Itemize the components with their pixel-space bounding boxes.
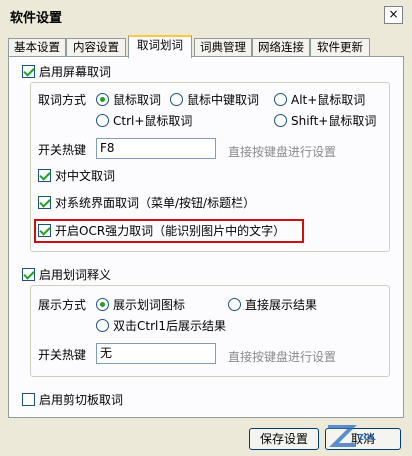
save-button[interactable]: 保存设置 [249,428,319,450]
capture-hotkey-label: 开关热键 [38,143,87,157]
tab-dictionary[interactable]: 词典管理 [194,38,252,57]
radio-dot [228,298,241,311]
system-ui-capture-label: 对系统界面取词（菜单/按钮/标题栏） [55,196,256,210]
close-button[interactable]: × [384,6,403,24]
checkbox-box [22,268,35,281]
watermark-text: ZOL [358,433,376,442]
mode-label: Shift+鼠标取词 [291,114,377,128]
radio-dot [274,114,287,127]
highlight-box [34,219,304,243]
tab-update[interactable]: 软件更新 [310,38,370,57]
system-ui-capture-checkbox[interactable]: 对系统界面取词（菜单/按钮/标题栏） [38,196,255,210]
display-radio-direct[interactable]: 直接展示结果 [228,298,317,312]
zol-logo-icon [328,425,357,447]
chinese-capture-checkbox[interactable]: 对中文取词 [38,169,115,183]
mode-radio-alt-mouse[interactable]: Alt+鼠标取词 [274,93,365,107]
display-radio-double-ctrl[interactable]: 双击Ctrl1后展示结果 [96,319,226,333]
capture-hotkey-hint: 直接按键盘进行设置 [228,145,337,159]
display-mode-option: 直接展示结果 [245,298,318,312]
capture-mode-label: 取词方式 [38,93,87,107]
zol-watermark-logo: ZOL [322,417,412,456]
mode-radio-mouse[interactable]: 鼠标取词 [96,93,161,107]
mode-radio-shift-mouse[interactable]: Shift+鼠标取词 [274,114,376,128]
enable-screen-capture-label: 启用屏幕取词 [39,65,112,79]
radio-dot [96,93,109,106]
window-title: 软件设置 [10,11,63,26]
checkbox-box [22,393,35,406]
display-mode-option: 双击Ctrl1后展示结果 [113,319,226,333]
clipboard-capture-label: 启用剪切板取词 [39,393,124,407]
checkbox-box [38,196,51,209]
checkbox-box [38,169,51,182]
tab-network[interactable]: 网络连接 [252,38,310,57]
capture-hotkey-input[interactable]: F8 [96,138,216,159]
mode-label: 鼠标取词 [113,93,162,107]
checkbox-box [22,65,35,78]
mode-radio-middle-button[interactable]: 鼠标中键取词 [170,93,259,107]
mode-label: Ctrl+鼠标取词 [113,114,193,128]
tab-strip: 基本设置 内容设置 取词划词 词典管理 网络连接 软件更新 [8,35,408,58]
settings-window: 软件设置 × 基本设置 内容设置 取词划词 词典管理 网络连接 软件更新 启用屏… [0,0,412,456]
enable-screen-capture-checkbox[interactable]: 启用屏幕取词 [22,65,111,79]
tab-basic[interactable]: 基本设置 [8,38,66,57]
title-bar: 软件设置 × [0,0,412,30]
radio-dot [96,298,109,311]
tab-capture[interactable]: 取词划词 [128,35,192,58]
clipboard-capture-checkbox[interactable]: 启用剪切板取词 [22,393,123,407]
mode-label: 鼠标中键取词 [187,93,260,107]
translate-hotkey-label: 开关热键 [38,348,87,362]
mode-label: Alt+鼠标取词 [291,93,366,107]
chinese-capture-label: 对中文取词 [55,169,116,183]
enable-selection-translate-checkbox[interactable]: 启用划词释义 [22,268,111,282]
display-mode-option: 展示划词图标 [113,298,186,312]
mode-radio-ctrl-mouse[interactable]: Ctrl+鼠标取词 [96,114,192,128]
radio-dot [170,93,183,106]
radio-dot [274,93,287,106]
display-mode-label: 展示方式 [38,298,87,312]
radio-dot [96,114,109,127]
display-radio-icon[interactable]: 展示划词图标 [96,298,185,312]
translate-hotkey-hint: 直接按键盘进行设置 [228,350,337,364]
translate-hotkey-input[interactable]: 无 [96,343,216,364]
enable-selection-translate-label: 启用划词释义 [39,268,112,282]
radio-dot [96,319,109,332]
tab-content[interactable]: 内容设置 [66,38,126,57]
